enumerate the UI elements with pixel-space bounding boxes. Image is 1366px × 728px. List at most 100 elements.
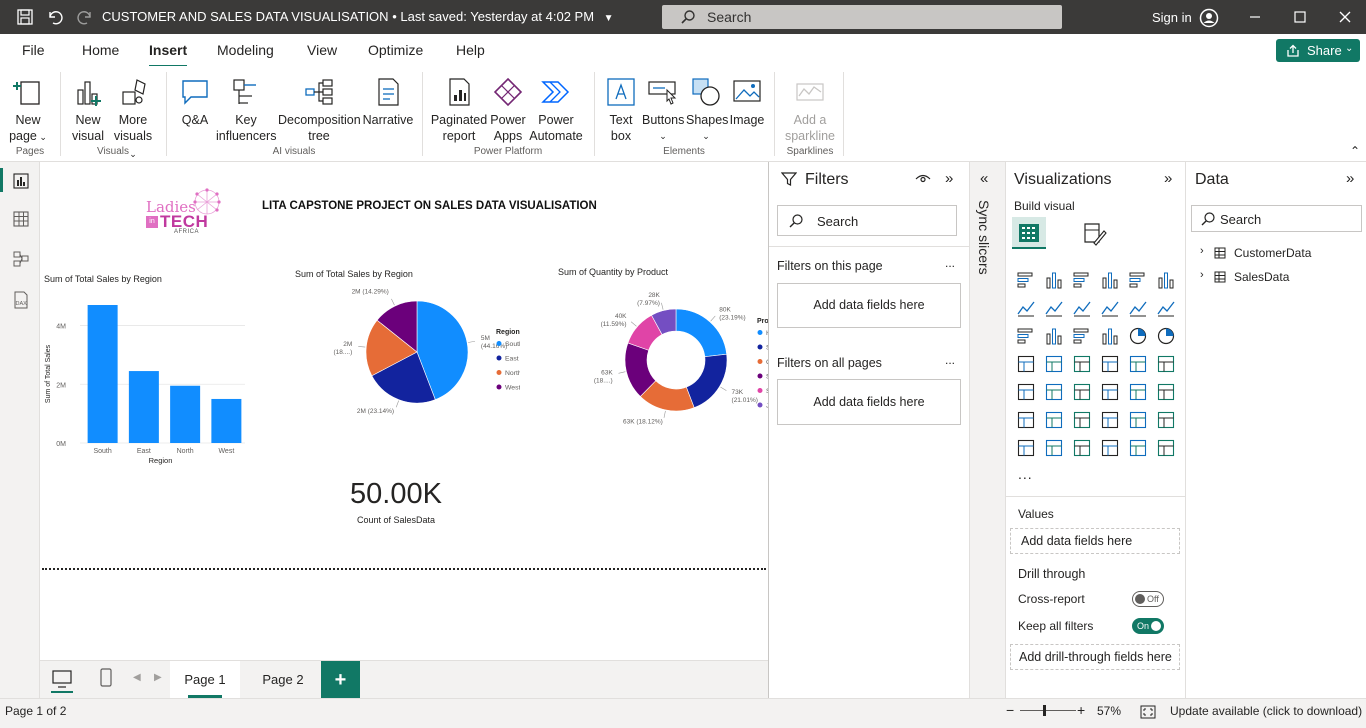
build-visual-tab[interactable]: [1012, 217, 1046, 249]
tab-home[interactable]: Home: [82, 42, 119, 58]
r-visual-icon[interactable]: [1156, 382, 1176, 402]
power-automate-button[interactable]: Power Automate: [528, 76, 584, 144]
format-visual-icon[interactable]: [1082, 221, 1108, 247]
page-tab-1[interactable]: Page 1: [170, 661, 240, 699]
text-box-button[interactable]: Text box: [602, 76, 640, 144]
add-page-button[interactable]: +: [321, 661, 360, 699]
tab-modeling[interactable]: Modeling: [217, 42, 274, 58]
minimize-icon[interactable]: [1246, 8, 1264, 26]
zoom-slider[interactable]: [1020, 710, 1076, 711]
waterfall-icon[interactable]: [1044, 326, 1064, 346]
sign-in-link[interactable]: Sign in: [1152, 10, 1192, 25]
gauge-icon[interactable]: [1128, 354, 1148, 374]
matrix-icon[interactable]: [1128, 382, 1148, 402]
line-clustered-icon[interactable]: [1156, 298, 1176, 318]
zoom-slider-thumb[interactable]: [1043, 705, 1046, 716]
chevron-down-icon[interactable]: ▼: [604, 13, 614, 24]
kpi-icon[interactable]: [1044, 382, 1064, 402]
more-visuals-icon[interactable]: ...: [1018, 466, 1033, 482]
report-canvas[interactable]: Ladies in TECH AFRICA LITA CAPSTONE PROJ…: [40, 162, 770, 660]
shapes-button[interactable]: Shapes ⌄: [686, 76, 728, 144]
data-search-input[interactable]: Search: [1191, 205, 1362, 232]
tab-help[interactable]: Help: [456, 42, 485, 58]
add-sparkline-button[interactable]: Add a sparkline: [782, 76, 838, 144]
power-apps-icon[interactable]: [1128, 438, 1148, 458]
100-column-icon[interactable]: [1156, 270, 1176, 290]
new-visual-button[interactable]: New visual: [68, 76, 108, 144]
more-options-icon[interactable]: ...: [945, 256, 955, 270]
filters-search-input[interactable]: Search: [777, 205, 957, 236]
new-page-button[interactable]: New page ⌄: [6, 76, 50, 145]
funnel-icon[interactable]: [1072, 326, 1092, 346]
pie-icon[interactable]: [1128, 326, 1148, 346]
stacked-column-icon[interactable]: [1044, 270, 1064, 290]
power-automate-visual-icon[interactable]: [1072, 438, 1092, 458]
page-tab-2[interactable]: Page 2: [248, 661, 318, 699]
share-button[interactable]: Share ⌄: [1276, 39, 1360, 62]
stacked-area-icon[interactable]: [1072, 298, 1092, 318]
table-view-icon[interactable]: [12, 210, 30, 228]
next-page-icon[interactable]: ▶: [154, 672, 162, 683]
tab-optimize[interactable]: Optimize: [368, 42, 423, 58]
buttons-button[interactable]: Buttons ⌄: [642, 76, 684, 144]
collapse-viz-icon[interactable]: »: [1164, 170, 1172, 187]
zoom-out-icon[interactable]: −: [1006, 702, 1014, 718]
treemap-icon[interactable]: [1016, 354, 1036, 374]
tab-insert[interactable]: Insert: [149, 42, 188, 68]
undo-icon[interactable]: [46, 8, 64, 26]
close-icon[interactable]: [1336, 8, 1354, 26]
filters-this-page-drop-well[interactable]: Add data fields here: [777, 283, 961, 328]
key-influencers-icon[interactable]: [1044, 410, 1064, 430]
collapse-filters-icon[interactable]: »: [945, 170, 953, 187]
zoom-level[interactable]: 57%: [1097, 704, 1121, 718]
zoom-in-icon[interactable]: +: [1077, 702, 1085, 718]
bar-chart[interactable]: 0M 2M 4M South East North West Region Sum of Tot…: [40, 288, 260, 468]
goals-icon[interactable]: [1156, 410, 1176, 430]
report-view-icon[interactable]: [12, 172, 30, 190]
keep-all-filters-toggle[interactable]: On: [1132, 618, 1164, 634]
power-automate-icon[interactable]: [1156, 438, 1176, 458]
qa-button[interactable]: Q&A: [176, 76, 214, 128]
area-icon[interactable]: [1044, 298, 1064, 318]
qa-icon[interactable]: [1100, 410, 1120, 430]
tab-file[interactable]: File: [22, 42, 45, 58]
power-apps-button[interactable]: Power Apps: [488, 76, 528, 144]
pie-chart[interactable]: 5M(44.16%) 2M (23.14%) 2M(18....) 2M (14.29…: [290, 282, 520, 432]
model-view-icon[interactable]: [12, 250, 30, 268]
paginated-icon[interactable]: [1016, 438, 1036, 458]
narrative-icon[interactable]: [1128, 410, 1148, 430]
collapse-ribbon-icon[interactable]: ⌃: [1350, 144, 1360, 158]
desktop-layout-icon[interactable]: [51, 669, 73, 689]
line-column-icon[interactable]: [1128, 298, 1148, 318]
clustered-bar-icon[interactable]: [1072, 270, 1092, 290]
stacked-bar-icon[interactable]: [1016, 270, 1036, 290]
mobile-layout-icon[interactable]: [99, 668, 113, 688]
dax-query-view-icon[interactable]: DAX: [11, 290, 31, 310]
azure-map-icon[interactable]: [1100, 354, 1120, 374]
donut-icon[interactable]: [1156, 326, 1176, 346]
100-area-icon[interactable]: [1100, 298, 1120, 318]
100-bar-icon[interactable]: [1128, 270, 1148, 290]
multi-row-card-icon[interactable]: [1016, 382, 1036, 402]
line-icon[interactable]: [1016, 298, 1036, 318]
donut-chart[interactable]: 80K(23.19%) 73K(21.01%) 63K (18.12%) 63K(18…: [545, 282, 770, 432]
drill-through-drop-well[interactable]: Add drill-through fields here: [1010, 644, 1180, 670]
prev-page-icon[interactable]: ◀: [133, 672, 141, 683]
tab-view[interactable]: View: [307, 42, 337, 58]
scatter-icon[interactable]: [1100, 326, 1120, 346]
redo-icon[interactable]: [76, 8, 94, 26]
slicer-icon[interactable]: [1072, 382, 1092, 402]
python-visual-icon[interactable]: [1016, 410, 1036, 430]
eye-icon[interactable]: [915, 173, 931, 185]
cross-report-toggle[interactable]: Off: [1132, 591, 1164, 607]
key-influencers-button[interactable]: Key influencers: [216, 76, 276, 144]
more-options-icon[interactable]: ...: [945, 353, 955, 367]
update-available-link[interactable]: Update available (click to download): [1170, 704, 1362, 718]
narrative-button[interactable]: Narrative: [362, 76, 414, 128]
more-a-icon[interactable]: [1100, 438, 1120, 458]
image-button[interactable]: Image: [728, 76, 766, 128]
power-apps-visual-icon[interactable]: [1044, 438, 1064, 458]
filters-all-pages-drop-well[interactable]: Add data fields here: [777, 379, 961, 425]
card-icon[interactable]: [1156, 354, 1176, 374]
values-drop-well[interactable]: Add data fields here: [1010, 528, 1180, 554]
